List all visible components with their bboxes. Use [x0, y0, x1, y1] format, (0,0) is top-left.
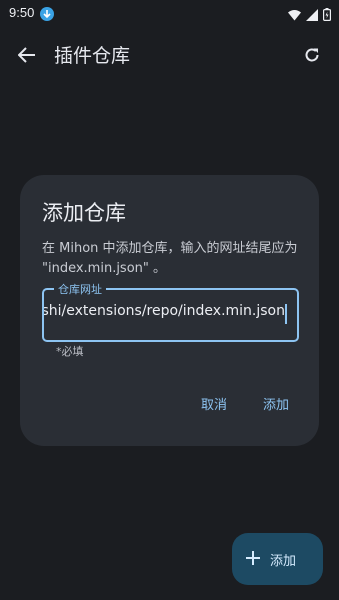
status-icons: [288, 6, 332, 25]
cancel-button[interactable]: 取消: [195, 393, 233, 414]
required-helper-text: *必填: [56, 345, 84, 358]
refresh-icon[interactable]: [299, 42, 325, 68]
add-repo-fab[interactable]: 添加: [232, 533, 323, 585]
download-notification-icon: [40, 7, 54, 21]
back-arrow-icon[interactable]: [14, 42, 40, 68]
repo-url-field[interactable]: 仓库网址 oushi/extensions/repo/index.min.jso…: [42, 281, 299, 342]
repo-url-label: 仓库网址: [54, 281, 106, 297]
confirm-add-button[interactable]: 添加: [257, 393, 295, 414]
top-app-bar: 插件仓库: [0, 32, 339, 76]
battery-icon: [323, 6, 332, 25]
status-bar: 9:50: [0, 0, 339, 28]
status-time: 9:50: [9, 5, 35, 20]
page-title: 插件仓库: [54, 45, 131, 67]
dialog-message: 在 Mihon 中添加仓库，输入的网址结尾应为 "index.min.json"…: [42, 241, 298, 276]
text-cursor: [285, 304, 287, 324]
repo-url-input[interactable]: oushi/extensions/repo/index.min.json: [44, 303, 297, 325]
add-repo-dialog: 添加仓库 在 Mihon 中添加仓库，输入的网址结尾应为 "index.min.…: [20, 175, 319, 446]
wifi-icon: [288, 6, 301, 25]
plus-icon: [246, 550, 260, 569]
signal-icon: [306, 6, 318, 25]
repo-url-value: oushi/extensions/repo/index.min.json: [44, 303, 285, 319]
dialog-title: 添加仓库: [42, 201, 126, 225]
fab-label: 添加: [270, 553, 297, 569]
